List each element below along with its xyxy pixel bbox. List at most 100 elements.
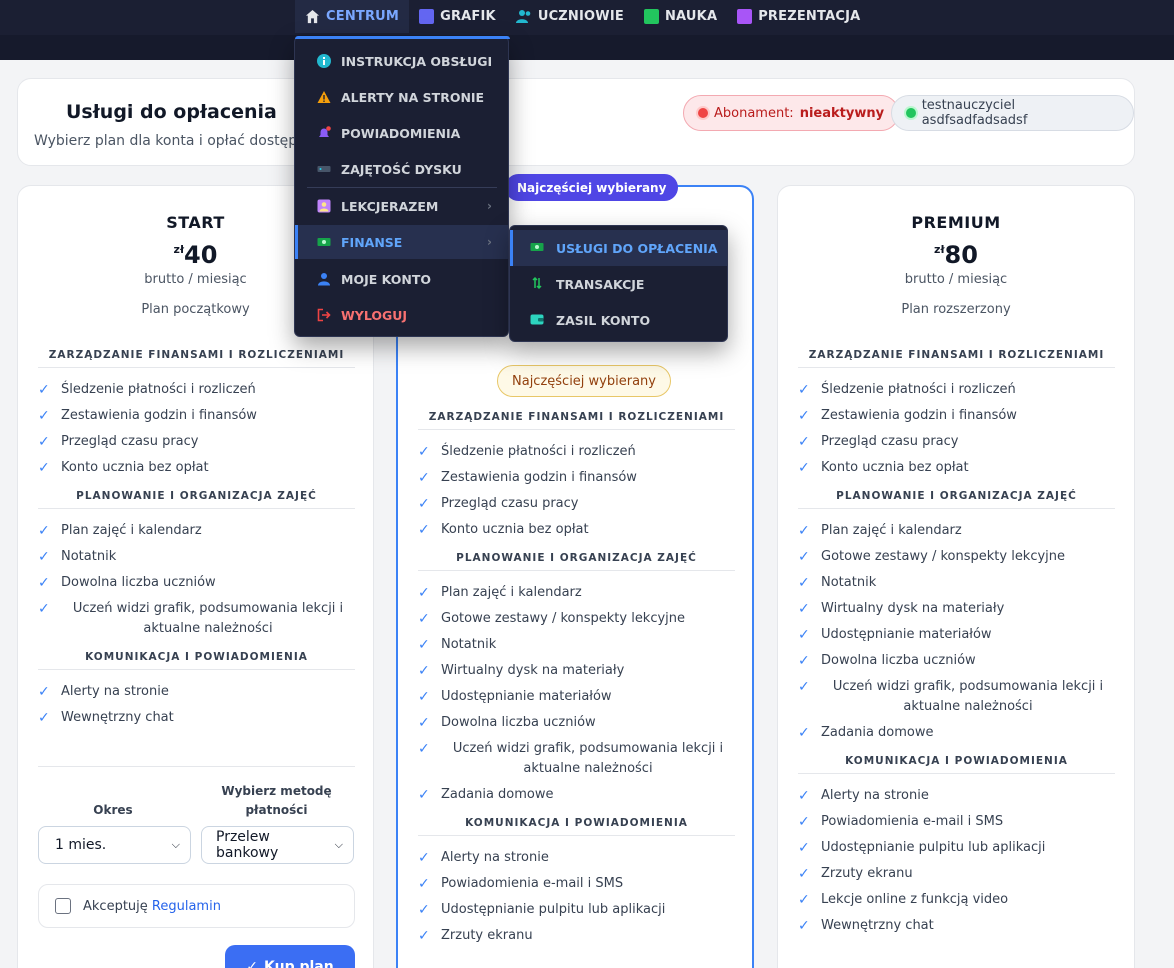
- chevron-right-icon: ›: [487, 199, 492, 213]
- buy-plan-button[interactable]: ✓ Kup plan: [225, 945, 355, 968]
- submenu-item-zasil-konto[interactable]: ZASIL KONTO: [510, 302, 727, 338]
- nav-item-centrum[interactable]: CENTRUM: [295, 0, 410, 33]
- nav-item-prezentacja[interactable]: PREZENTACJA: [727, 0, 870, 33]
- check-icon: ✓: [38, 684, 50, 700]
- feature-text: Zadania domowe: [441, 787, 554, 802]
- wallet-icon: [530, 312, 544, 329]
- feature-item: ✓ Powiadomienia e-mail i SMS: [418, 874, 735, 894]
- menu-item-dysk[interactable]: ZAJĘTOŚĆ DYSKU: [295, 152, 508, 186]
- menu-item-label: INSTRUKCJA OBSŁUGI: [341, 53, 493, 69]
- nav-item-label: PREZENTACJA: [758, 9, 861, 24]
- feature-section: KOMUNIKACJA I POWIADOMIENIA ✓ Alerty na s…: [38, 651, 355, 728]
- menu-item-powiadomienia[interactable]: POWIADOMIENIA: [295, 116, 508, 150]
- menu-item-wyloguj[interactable]: WYLOGUJ: [295, 298, 508, 332]
- menu-item-finanse[interactable]: FINANSE ›: [295, 225, 508, 259]
- check-icon: ✓: [38, 382, 50, 398]
- feature-item: ✓ Konto ucznia bez opłat: [418, 520, 735, 540]
- payment-method-value: Przelew bankowy: [216, 829, 279, 861]
- submenu-item-label: USŁUGI DO OPŁACENIA: [556, 240, 718, 256]
- terms-checkbox-row[interactable]: Akceptuję Regulamin: [38, 884, 355, 928]
- feature-section: PLANOWANIE I ORGANIZACJA ZAJĘĆ ✓ Plan zaj…: [418, 552, 735, 805]
- menu-item-moje-konto[interactable]: MOJE KONTO: [295, 262, 508, 296]
- feature-list: ZARZĄDZANIE FINANSAMI I ROZLICZENIAMI ✓ Ś…: [798, 349, 1115, 948]
- check-icon: ✓: [418, 496, 430, 512]
- check-icon: ✓: [418, 663, 430, 679]
- feature-item: ✓ Notatnik: [418, 635, 735, 655]
- feature-item: ✓ Wewnętrzny chat: [798, 916, 1115, 936]
- feature-item: ✓ Zestawienia godzin i finansów: [38, 406, 355, 426]
- info-icon: [317, 54, 331, 68]
- subscription-status: nieaktywny: [799, 105, 885, 121]
- currency-label: zł: [934, 243, 945, 256]
- feature-text: Notatnik: [61, 549, 117, 564]
- chevron-down-icon: ⌵: [334, 838, 343, 851]
- feature-item: ✓ Zadania domowe: [798, 723, 1115, 743]
- feature-text: Zadania domowe: [821, 725, 934, 740]
- feature-item: ✓ Śledzenie płatności i rozliczeń: [798, 380, 1115, 400]
- section-title: PLANOWANIE I ORGANIZACJA ZAJĘĆ: [418, 552, 735, 571]
- feature-text: Zestawienia godzin i finansów: [441, 470, 637, 485]
- feature-item: ✓ Dowolna liczba uczniów: [418, 713, 735, 733]
- plan-price: zł80: [778, 241, 1134, 269]
- nav-item-grafik[interactable]: GRAFIK: [409, 0, 506, 33]
- nav-item-uczniowie[interactable]: UCZNIOWIE: [506, 0, 634, 33]
- price-value: 80: [944, 241, 978, 269]
- feature-text: Zestawienia godzin i finansów: [821, 408, 1017, 423]
- feature-text: Śledzenie płatności i rozliczeń: [61, 382, 256, 397]
- payment-method-label: Wybierz metodę płatności: [221, 784, 332, 817]
- nav-item-nauka[interactable]: NAUKA: [634, 0, 727, 33]
- check-icon: ✓: [38, 710, 50, 726]
- feature-item: ✓ Wirtualny dysk na materiały: [798, 599, 1115, 619]
- period-label: Okres: [93, 803, 133, 817]
- check-icon: ✓: [418, 522, 430, 538]
- feature-item: ✓ Alerty na stronie: [418, 848, 735, 868]
- menu-item-lekcjerazem[interactable]: LEKCJERAZEM ›: [295, 189, 508, 223]
- book-icon: [643, 9, 659, 24]
- submenu-item-transakcje[interactable]: TRANSAKCJE: [510, 266, 727, 302]
- transfer-icon: [530, 276, 544, 293]
- check-icon: ✓: [418, 741, 430, 757]
- menu-item-alerty[interactable]: ALERTY NA STRONIE: [295, 80, 508, 114]
- plan-card-premium: PREMIUM zł80 brutto / miesiąc Plan rozsz…: [777, 185, 1135, 968]
- feature-text: Zestawienia godzin i finansów: [61, 408, 257, 423]
- menu-item-instrukcja[interactable]: INSTRUKCJA OBSŁUGI: [295, 44, 508, 78]
- submenu-item-uslugi[interactable]: USŁUGI DO OPŁACENIA: [510, 230, 727, 266]
- warning-icon: [317, 90, 331, 104]
- status-dot-icon: [698, 108, 708, 118]
- feature-item: ✓ Uczeń widzi grafik, podsumowania lekcji…: [798, 677, 1115, 717]
- feature-section: PLANOWANIE I ORGANIZACJA ZAJĘĆ ✓ Plan zaj…: [38, 490, 355, 639]
- menu-item-label: WYLOGUJ: [341, 307, 408, 323]
- feature-text: Śledzenie płatności i rozliczeń: [821, 382, 1016, 397]
- check-icon: ✓: [798, 866, 810, 882]
- feature-item: ✓ Plan zajęć i kalendarz: [418, 583, 735, 603]
- check-icon: ✓: [798, 918, 810, 934]
- feature-item: ✓ Śledzenie płatności i rozliczeń: [418, 442, 735, 462]
- check-icon: ✓: [798, 434, 810, 450]
- feature-item: ✓ Plan zajęć i kalendarz: [798, 521, 1115, 541]
- period-select[interactable]: 1 mies. ⌵: [38, 826, 191, 864]
- feature-item: ✓ Gotowe zestawy / konspekty lekcyjne: [798, 547, 1115, 567]
- terms-checkbox[interactable]: [55, 898, 71, 914]
- check-icon: ✓: [798, 575, 810, 591]
- check-icon: ✓: [418, 689, 430, 705]
- money-icon: [317, 235, 331, 249]
- chevron-down-icon: ⌵: [171, 838, 180, 851]
- feature-text: Powiadomienia e-mail i SMS: [441, 876, 624, 891]
- payment-method-select[interactable]: Przelew bankowy ⌵: [201, 826, 354, 864]
- section-title: ZARZĄDZANIE FINANSAMI I ROZLICZENIAMI: [798, 349, 1115, 368]
- check-icon: ✓: [798, 382, 810, 398]
- user-badge[interactable]: testnauczyciel asdfsadfadsadsf: [891, 95, 1134, 131]
- price-value: 40: [184, 241, 218, 269]
- check-icon: ✓: [418, 444, 430, 460]
- check-icon: ✓: [798, 840, 810, 856]
- feature-text: Dowolna liczba uczniów: [61, 575, 216, 590]
- check-icon: ✓: [798, 679, 810, 695]
- terms-text: Akceptuję Regulamin: [83, 899, 221, 914]
- check-icon: ✓: [798, 549, 810, 565]
- feature-list: ZARZĄDZANIE FINANSAMI I ROZLICZENIAMI ✓ Ś…: [418, 411, 735, 958]
- terms-link[interactable]: Regulamin: [152, 899, 221, 914]
- section-title: ZARZĄDZANIE FINANSAMI I ROZLICZENIAMI: [38, 349, 355, 368]
- feature-item: ✓ Konto ucznia bez opłat: [798, 458, 1115, 478]
- feature-text: Uczeń widzi grafik, podsumowania lekcji …: [452, 741, 724, 776]
- page-title: Usługi do opłacenia: [66, 101, 277, 123]
